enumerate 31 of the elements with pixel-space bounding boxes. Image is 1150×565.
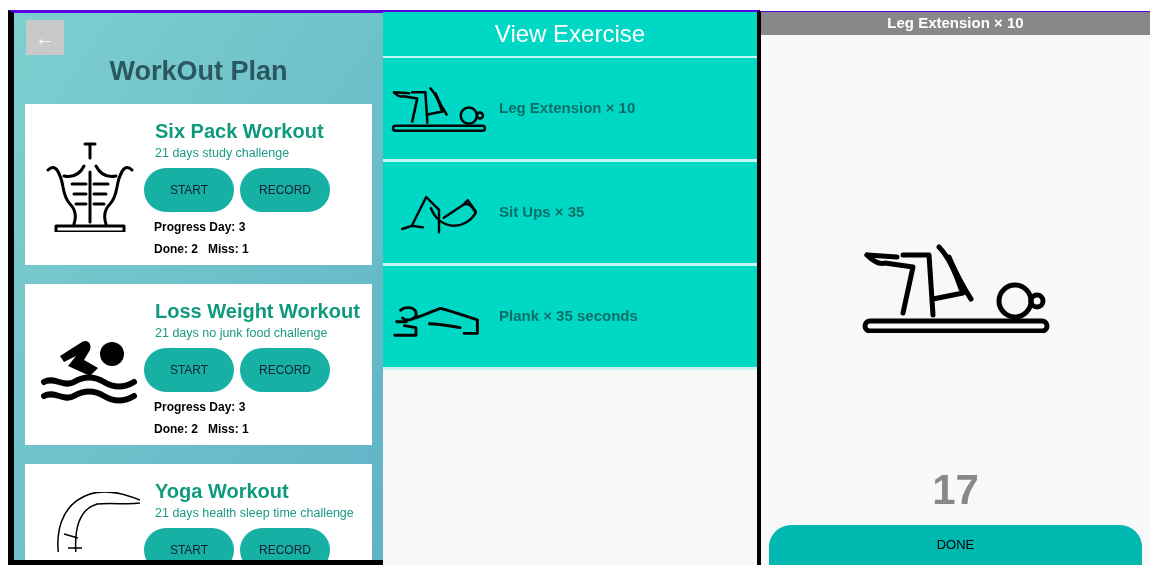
exercise-name: Leg Extension × 10 bbox=[499, 98, 636, 119]
exercise-row[interactable]: Leg Extension × 10 bbox=[383, 58, 757, 162]
leg-extension-icon bbox=[391, 84, 487, 133]
miss-count: Miss: 1 bbox=[208, 241, 249, 259]
screen-title: WorkOut Plan bbox=[108, 55, 289, 88]
workout-subtitle: 21 days no junk food challenge bbox=[155, 324, 329, 342]
workout-title: Six Pack Workout bbox=[155, 118, 325, 143]
done-button[interactable]: DONE bbox=[769, 525, 1142, 565]
progress-day-text: Progress Day: 3 bbox=[154, 399, 247, 417]
start-button[interactable]: START bbox=[144, 528, 234, 560]
exercise-row[interactable]: Plank × 35 seconds bbox=[383, 266, 757, 370]
rep-counter: 17 bbox=[931, 467, 980, 513]
start-button[interactable]: START bbox=[144, 168, 234, 213]
record-button[interactable]: RECORD bbox=[240, 348, 330, 393]
screen-title: Leg Extension × 10 bbox=[887, 13, 1024, 34]
workout-title: Loss Weight Workout bbox=[155, 298, 360, 323]
exercise-name: Plank × 35 seconds bbox=[499, 306, 638, 327]
workout-subtitle: 21 days health sleep time challenge bbox=[155, 504, 354, 522]
workout-subtitle: 21 days study challenge bbox=[155, 144, 291, 162]
screen-title: View Exercise bbox=[494, 19, 646, 49]
exercise-row[interactable]: Sit Ups × 35 bbox=[383, 162, 757, 266]
miss-count: Miss: 1 bbox=[208, 421, 249, 439]
leg-extension-icon bbox=[860, 243, 1051, 333]
start-button[interactable]: START bbox=[144, 348, 234, 393]
record-button[interactable]: RECORD bbox=[240, 168, 330, 213]
exercise-name: Sit Ups × 35 bbox=[499, 202, 585, 223]
record-button[interactable]: RECORD bbox=[240, 528, 330, 560]
progress-day-text: Progress Day: 3 bbox=[154, 219, 247, 237]
workout-title: Yoga Workout bbox=[155, 478, 290, 503]
done-count: Done: 2 bbox=[154, 421, 198, 439]
done-count: Done: 2 bbox=[154, 241, 198, 259]
